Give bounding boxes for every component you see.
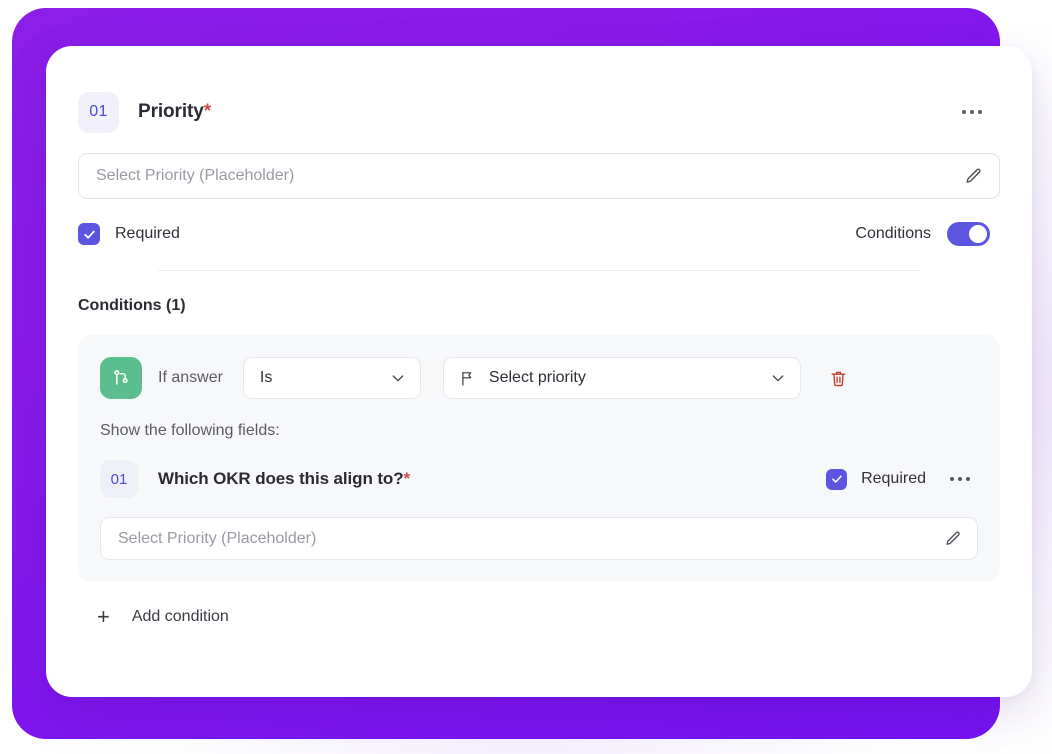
nested-select-placeholder: Select Priority (Placeholder)	[118, 529, 317, 547]
conditions-toggle-label: Conditions	[855, 225, 931, 242]
nested-field-menu-icon[interactable]	[946, 469, 974, 489]
chevron-down-icon	[390, 370, 406, 386]
priority-select-placeholder: Select Priority (Placeholder)	[96, 167, 295, 184]
condition-value-text: Select priority	[488, 369, 586, 386]
field-title: Priority*	[138, 101, 211, 123]
required-label: Required	[115, 225, 180, 242]
add-condition-label: Add condition	[131, 608, 229, 625]
section-divider	[158, 270, 920, 271]
condition-rule-row: If answer Is Select priority	[100, 356, 978, 400]
field-options-row: Required Conditions	[78, 219, 1000, 249]
conditions-heading: Conditions (1)	[78, 297, 186, 314]
nested-required-asterisk: *	[403, 469, 411, 488]
field-header: 01 Priority*	[78, 91, 1000, 133]
plus-icon: +	[97, 604, 110, 629]
condition-operator-dropdown[interactable]: Is	[242, 357, 421, 399]
chevron-down-icon	[770, 370, 786, 386]
nested-priority-select-input[interactable]: Select Priority (Placeholder)	[100, 517, 978, 560]
delete-condition-button[interactable]	[823, 363, 854, 394]
show-fields-label: Show the following fields:	[100, 422, 280, 439]
condition-value-dropdown[interactable]: Select priority	[442, 357, 801, 399]
nested-field-title-text: Which OKR does this align to?	[158, 469, 404, 488]
nested-required-group: Required	[826, 468, 926, 490]
required-asterisk: *	[203, 101, 212, 122]
flag-icon	[459, 370, 476, 387]
conditions-panel: If answer Is Select priority Show the fo…	[78, 335, 1000, 582]
field-title-text: Priority	[138, 101, 204, 122]
if-answer-label: If answer	[158, 369, 223, 386]
pencil-icon[interactable]	[944, 530, 962, 548]
priority-select-input[interactable]: Select Priority (Placeholder)	[78, 153, 1000, 199]
add-condition-button[interactable]: + Add condition	[78, 606, 1000, 628]
conditions-toggle[interactable]	[947, 222, 990, 246]
field-menu-icon[interactable]	[958, 102, 986, 122]
nested-field-header: 01 Which OKR does this align to?* Requir…	[100, 460, 978, 498]
toggle-knob	[969, 225, 987, 243]
nested-field-number-badge: 01	[100, 460, 138, 498]
nested-field-title: Which OKR does this align to?*	[158, 469, 410, 489]
condition-operator-value: Is	[259, 369, 273, 386]
nested-required-checkbox[interactable]	[826, 468, 848, 490]
field-number-badge: 01	[78, 91, 119, 133]
form-field-card: 01 Priority* Select Priority (Placeholde…	[46, 46, 1032, 697]
pencil-icon[interactable]	[964, 167, 983, 186]
nested-required-label: Required	[861, 470, 926, 487]
required-checkbox[interactable]	[78, 223, 100, 245]
git-branch-icon	[100, 357, 142, 399]
